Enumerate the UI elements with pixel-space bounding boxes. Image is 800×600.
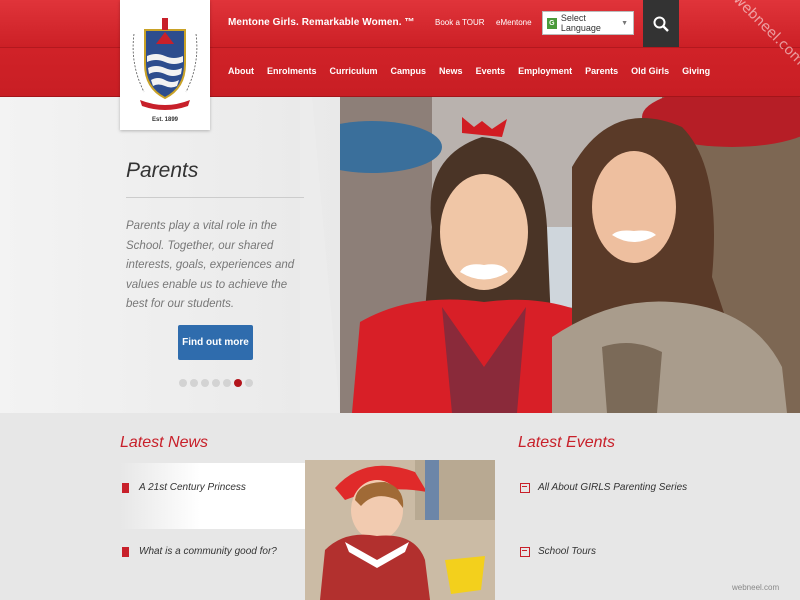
carousel-dot[interactable] (245, 379, 253, 387)
nav-enrolments[interactable]: Enrolments (267, 66, 317, 76)
latest-events-heading: Latest Events (518, 434, 615, 451)
hero-title: Parents (126, 159, 199, 182)
nav-giving[interactable]: Giving (682, 66, 710, 76)
news-item-title: A 21st Century Princess (139, 482, 246, 493)
footer-watermark: webneel.com (732, 583, 780, 592)
event-item[interactable]: School Tours (520, 546, 596, 557)
event-item[interactable]: All About GIRLS Parenting Series (520, 482, 687, 493)
news-item[interactable]: A 21st Century Princess (122, 482, 246, 493)
nav-old-girls[interactable]: Old Girls (631, 66, 669, 76)
hero-title-divider (126, 197, 304, 198)
carousel-dot[interactable] (212, 379, 220, 387)
news-item-highlight (120, 463, 320, 529)
nav-campus[interactable]: Campus (391, 66, 427, 76)
language-select[interactable]: G Select Language ▼ (542, 11, 634, 35)
hero-photo (312, 97, 800, 413)
carousel-dots (179, 379, 253, 387)
news-image (305, 460, 495, 600)
event-item-title: School Tours (538, 546, 596, 557)
find-out-more-button[interactable]: Find out more (178, 325, 253, 360)
news-photo[interactable] (305, 460, 495, 600)
established-year: Est. 1899 (151, 117, 179, 123)
language-select-label: Select Language (560, 13, 601, 33)
calendar-icon (520, 482, 530, 493)
carousel-dot[interactable] (179, 379, 187, 387)
bookmark-icon (122, 482, 129, 493)
nav-parents[interactable]: Parents (585, 66, 618, 76)
carousel-dot-active[interactable] (234, 379, 242, 387)
book-tour-link[interactable]: Book a TOUR (435, 18, 485, 27)
news-item[interactable]: What is a community good for? (122, 546, 277, 557)
nav-employment[interactable]: Employment (518, 66, 572, 76)
bookmark-icon (122, 546, 129, 557)
search-icon (653, 16, 669, 32)
nav-curriculum[interactable]: Curriculum (330, 66, 378, 76)
site-tagline: Mentone Girls. Remarkable Women. ™ (228, 17, 415, 28)
news-item-title: What is a community good for? (139, 546, 277, 557)
event-item-title: All About GIRLS Parenting Series (538, 482, 688, 493)
hero-body: Parents play a vital role in the School.… (126, 220, 295, 310)
latest-news-heading: Latest News (120, 434, 209, 451)
carousel-dot[interactable] (201, 379, 209, 387)
carousel-dot[interactable] (223, 379, 231, 387)
hero-carousel: Parents Parents play a vital role in the… (0, 97, 800, 413)
calendar-icon (520, 546, 530, 557)
crest-icon (132, 18, 198, 110)
nav-about[interactable]: About (228, 66, 254, 76)
search-button[interactable] (643, 0, 679, 47)
hero-image (312, 97, 800, 413)
google-translate-icon: G (547, 17, 557, 29)
school-logo[interactable]: Est. 1899 (120, 0, 210, 130)
carousel-dot[interactable] (190, 379, 198, 387)
chevron-down-icon: ▼ (621, 19, 628, 27)
nav-events[interactable]: Events (476, 66, 506, 76)
nav-news[interactable]: News (439, 66, 463, 76)
main-nav: About Enrolments Curriculum Campus News … (228, 66, 723, 76)
ementone-link[interactable]: eMentone (496, 18, 532, 27)
